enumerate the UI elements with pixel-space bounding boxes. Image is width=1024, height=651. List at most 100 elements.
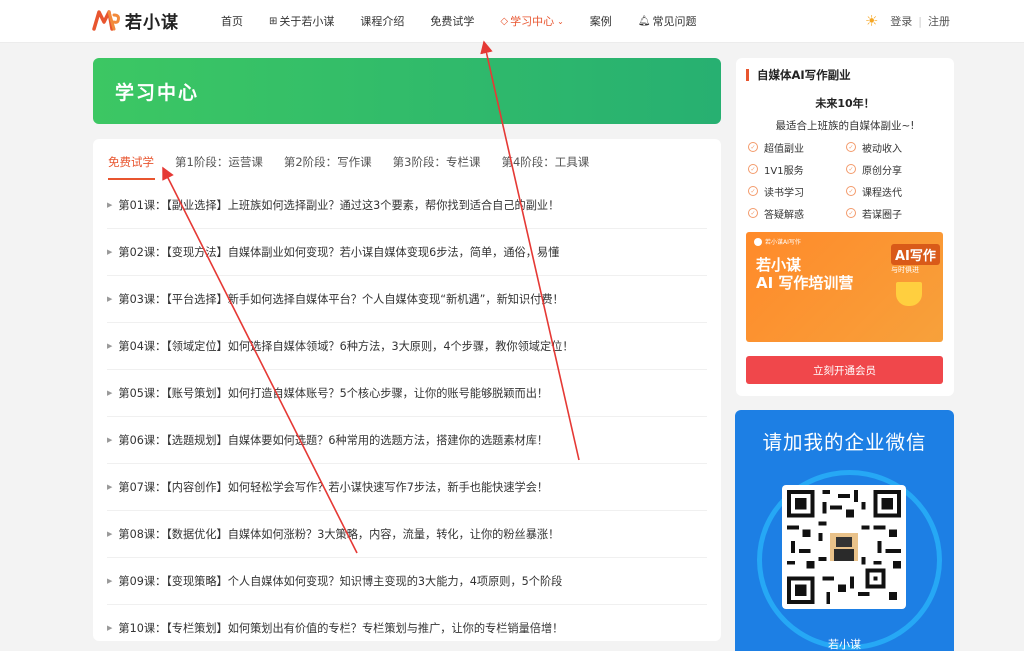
nav-cases-label: 案例	[589, 15, 612, 28]
nav-about-label: 关于若小谋	[279, 15, 335, 28]
membership-heading: 自媒体AI写作副业	[746, 69, 851, 81]
benefit-label: 原创分享	[862, 165, 902, 177]
diamond-icon: ◇	[500, 15, 509, 27]
membership-card: 自媒体AI写作副业 未来10年！ 最适合上班族的自媒体副业~! ✓ 超值副业 ✓ 被…	[736, 58, 954, 396]
nav-learning-center[interactable]: ◇ 学习中心 ⌄	[500, 13, 563, 29]
promo-logo-icon	[754, 237, 762, 246]
check-icon: ✓	[846, 208, 856, 218]
login-link[interactable]: 登录	[890, 13, 912, 29]
check-icon: ✓	[748, 186, 758, 196]
tab-stage-2[interactable]: 第2阶段：写作课	[284, 151, 372, 181]
theme-toggle-sun-icon[interactable]: ☀	[865, 12, 878, 30]
lesson-title: 第09课：【变现策略】个人自媒体如何变现？知识博主变现的3大能力，4项原则，5个…	[118, 575, 563, 588]
trophy-icon	[896, 282, 922, 306]
nav-faq[interactable]: 🔔︎ 常见问题	[638, 13, 697, 29]
lesson-title: 第07课：【内容创作】如何轻松学会写作？若小谋快速写作7步法，新手也能快速学会！	[118, 481, 549, 494]
course-panel: 免费试学 第1阶段：运营课 第2阶段：写作课 第3阶段：专栏课 第4阶段：工具课…	[93, 139, 721, 641]
nav-home-label: 首页	[221, 15, 243, 28]
nav-faq-label: 常见问题	[652, 15, 697, 28]
lesson-title: 第03课：【平台选择】新手如何选择自媒体平台？个人自媒体变现“新机遇”，新知识付…	[118, 293, 564, 306]
bullet-triangle-icon: ▶	[107, 389, 113, 397]
bullet-triangle-icon: ▶	[107, 436, 113, 444]
page-title: 学习中心	[115, 82, 200, 104]
membership-subtagline: 最适合上班族的自媒体副业~!	[775, 120, 915, 132]
check-icon: ✓	[748, 164, 758, 174]
stage-tabs: 免费试学 第1阶段：运营课 第2阶段：写作课 第3阶段：专栏课 第4阶段：工具课	[108, 151, 610, 181]
nav-cases[interactable]: 案例	[590, 13, 612, 29]
lesson-title: 第10课：【专栏策划】如何策划出有价值的专栏？专栏策划与推广，让你的专栏销量倍增…	[118, 622, 564, 635]
lesson-item[interactable]: ▶ 第07课：【内容创作】如何轻松学会写作？若小谋快速写作7步法，新手也能快速学会…	[107, 464, 707, 511]
main-nav: 首页 ⊞ 关于若小谋 课程介绍 免费试学 ◇ 学习中心 ⌄ 案例 🔔︎ 常见问题	[208, 0, 710, 42]
logo-mark-icon	[92, 10, 120, 31]
benefit-label: 1V1服务	[764, 165, 804, 177]
benefit-item: ✓ 读书学习	[748, 184, 846, 199]
lesson-item[interactable]: ▶ 第06课：【选题规划】自媒体要如何选题？6种常用的选题方法，搭建你的选题素材库…	[107, 417, 707, 464]
bullet-triangle-icon: ▶	[107, 624, 113, 632]
lesson-title: 第04课：【领域定位】如何选择自媒体领域？6种方法，3大原则，4个步骤，教你领域…	[118, 340, 574, 353]
membership-tagline: 未来10年！	[815, 97, 875, 110]
benefit-item: ✓ 超值副业	[748, 140, 846, 155]
site-header: 若小谋 首页 ⊞ 关于若小谋 课程介绍 免费试学 ◇ 学习中心 ⌄ 案例 🔔︎ 常见问题…	[0, 0, 1024, 43]
check-icon: ✓	[748, 208, 758, 218]
bell-icon: 🔔︎	[637, 15, 651, 27]
benefit-item: ✓ 若谋圈子	[846, 206, 944, 221]
lesson-list: ▶ 第01课：【副业选择】上班族如何选择副业？通过这3个要素，帮你找到适合自己的副…	[107, 182, 707, 651]
promo-brand: 若小谋AI写作	[754, 237, 801, 246]
lesson-item[interactable]: ▶ 第02课：【变现方法】自媒体副业如何变现？若小谋自媒体变现6步法，简单，通俗，…	[107, 229, 707, 276]
benefit-list: ✓ 超值副业 ✓ 被动收入 ✓ 1V1服务 ✓ 原创分享 ✓ 读书学习 ✓ 课程迭代 ✓ 答疑…	[748, 140, 948, 221]
open-membership-button[interactable]: 立刻开通会员	[746, 356, 943, 384]
logo-text: 若小谋	[125, 12, 179, 33]
nav-free-trial[interactable]: 免费试学	[430, 13, 474, 29]
tab-free-trial[interactable]: 免费试学	[108, 151, 155, 181]
logo[interactable]: 若小谋	[92, 8, 179, 33]
lesson-title: 第02课：【变现方法】自媒体副业如何变现？若小谋自媒体变现6步法，简单，通俗，易…	[118, 246, 560, 259]
header-separator: |	[918, 14, 922, 28]
lesson-item[interactable]: ▶ 第03课：【平台选择】新手如何选择自媒体平台？个人自媒体变现“新机遇”，新知识…	[107, 276, 707, 323]
promo-badge: AI写作	[891, 244, 940, 265]
benefit-label: 被动收入	[862, 143, 902, 155]
nav-free-trial-label: 免费试学	[430, 15, 475, 28]
benefit-label: 超值副业	[764, 143, 804, 155]
check-icon: ✓	[748, 142, 758, 152]
lesson-item[interactable]: ▶ 第08课：【数据优化】自媒体如何涨粉？3大策略，内容，流量，转化，让你的粉丝暴…	[107, 511, 707, 558]
header-actions: ☀ 登录 | 注册	[865, 0, 950, 42]
lesson-title: 第06课：【选题规划】自媒体要如何选题？6种常用的选题方法，搭建你的选题素材库！	[118, 434, 549, 447]
wechat-qr-code	[787, 490, 901, 604]
tab-stage-4[interactable]: 第4阶段：工具课	[501, 151, 589, 181]
benefit-label: 若谋圈子	[862, 209, 902, 221]
wechat-title: 请加我的企业微信	[762, 431, 927, 454]
promo-subtitle: AI 写作培训营	[756, 274, 854, 292]
lesson-item[interactable]: ▶ 第05课：【账号策划】如何打造自媒体账号？5个核心步骤，让你的账号能够脱颖而出…	[107, 370, 707, 417]
tab-stage-3[interactable]: 第3阶段：专栏课	[393, 151, 481, 181]
lesson-item[interactable]: ▶ 第10课：【专栏策划】如何策划出有价值的专栏？专栏策划与推广，让你的专栏销量倍…	[107, 605, 707, 651]
page-banner: 学习中心	[93, 58, 721, 124]
benefit-item: ✓ 被动收入	[846, 140, 944, 155]
promo-banner-image[interactable]: 若小谋AI写作 若小谋 AI 写作培训营 AI写作 与时俱进	[746, 232, 943, 342]
check-icon: ✓	[846, 186, 856, 196]
nav-home[interactable]: 首页	[221, 13, 243, 29]
lesson-item[interactable]: ▶ 第09课：【变现策略】个人自媒体如何变现？知识博主变现的3大能力，4项原则，5…	[107, 558, 707, 605]
nav-courses-label: 课程介绍	[360, 15, 405, 28]
windows-icon: ⊞	[269, 15, 278, 27]
lesson-item[interactable]: ▶ 第01课：【副业选择】上班族如何选择副业？通过这3个要素，帮你找到适合自己的副…	[107, 182, 707, 229]
register-link[interactable]: 注册	[928, 13, 950, 29]
bullet-triangle-icon: ▶	[107, 295, 113, 303]
benefit-label: 课程迭代	[862, 187, 902, 199]
benefit-item: ✓ 1V1服务	[748, 162, 846, 177]
nav-about[interactable]: ⊞ 关于若小谋	[269, 13, 334, 29]
wechat-card: 请加我的企业微信 若小谋	[735, 410, 954, 651]
lesson-title: 第05课：【账号策划】如何打造自媒体账号？5个核心步骤，让你的账号能够脱颖而出！	[118, 387, 549, 400]
tab-stage-1[interactable]: 第1阶段：运营课	[175, 151, 263, 181]
nav-courses[interactable]: 课程介绍	[360, 13, 404, 29]
check-icon: ✓	[846, 164, 856, 174]
lesson-item[interactable]: ▶ 第04课：【领域定位】如何选择自媒体领域？6种方法，3大原则，4个步骤，教你领…	[107, 323, 707, 370]
benefit-item: ✓ 答疑解惑	[748, 206, 846, 221]
bullet-triangle-icon: ▶	[107, 342, 113, 350]
benefit-item: ✓ 原创分享	[846, 162, 944, 177]
lesson-title: 第01课：【副业选择】上班族如何选择副业？通过这3个要素，帮你找到适合自己的副业…	[118, 199, 560, 212]
bullet-triangle-icon: ▶	[107, 530, 113, 538]
promo-brand-label: 若小谋AI写作	[765, 239, 801, 246]
bullet-triangle-icon: ▶	[107, 577, 113, 585]
bullet-triangle-icon: ▶	[107, 201, 113, 209]
bullet-triangle-icon: ▶	[107, 483, 113, 491]
